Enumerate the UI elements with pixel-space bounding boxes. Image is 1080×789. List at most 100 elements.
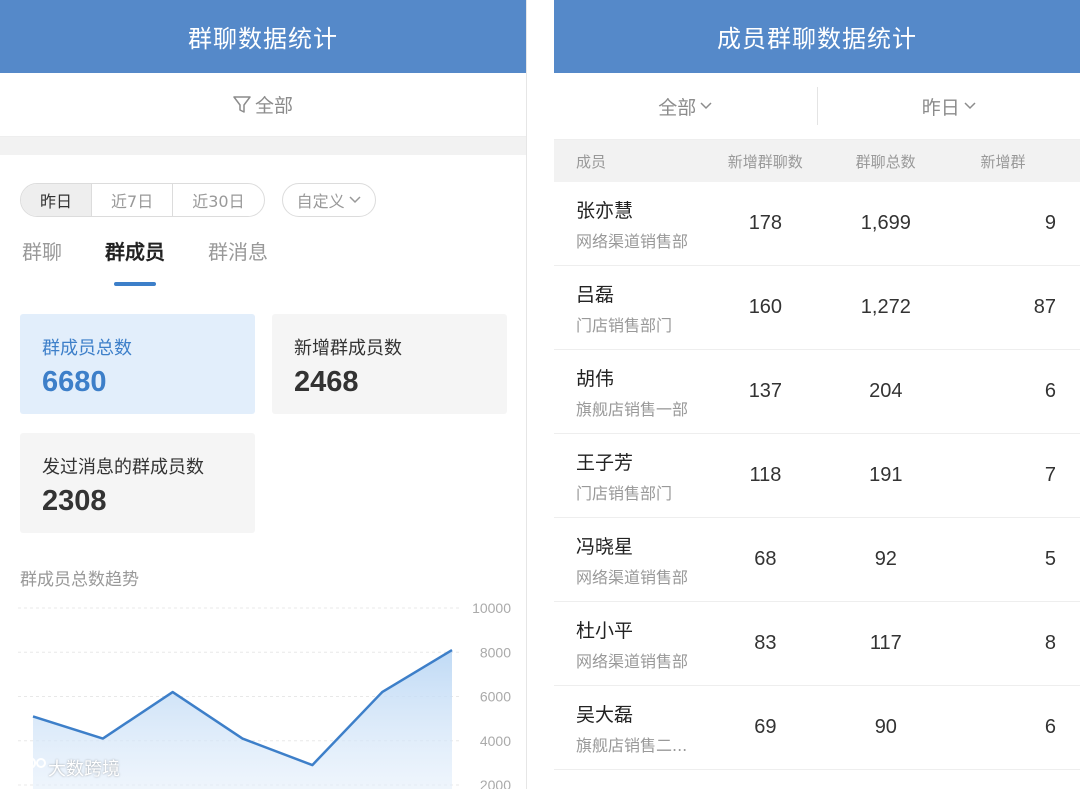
member-department: 门店销售部门 xyxy=(576,315,673,335)
page-title: 群聊数据统计 xyxy=(188,25,338,53)
member-name: 王子芳 xyxy=(576,451,634,474)
stat-value: 6680 xyxy=(42,366,107,398)
y-tick-label: 2000 xyxy=(480,777,511,789)
member-stats-screen: 成员群聊数据统计 全部 昨日 成员 新增群聊数 群聊总数 新增群 张亦慧网络渠道… xyxy=(554,0,1080,789)
filter-bar: 全部 昨日 xyxy=(554,73,1080,140)
member-department: 旗舰店销售二... xyxy=(576,735,688,755)
custom-range-button[interactable]: 自定义 xyxy=(281,183,376,217)
table-row[interactable]: 王子芳门店销售部门 118 191 7 xyxy=(554,434,1080,518)
custom-range-label: 自定义 xyxy=(296,192,345,211)
member-cell: 王子芳 门店销售部门 xyxy=(554,448,714,504)
section-gap xyxy=(0,137,526,155)
total-groups-value: 117 xyxy=(869,632,902,654)
table-row[interactable]: 杜小平网络渠道销售部 83 117 8 xyxy=(554,602,1080,686)
page-title: 成员群聊数据统计 xyxy=(717,25,917,53)
new-truncated-value: 9 xyxy=(1044,212,1056,234)
stat-card-new-members[interactable]: 新增群成员数 2468 xyxy=(272,314,507,414)
member-cell: 吕磊 门店销售部门 xyxy=(554,280,714,336)
scope-filter[interactable]: 全部 xyxy=(0,73,526,137)
new-groups-value: 178 xyxy=(748,212,783,234)
tab-groups[interactable]: 群聊 xyxy=(22,236,62,286)
total-groups-value: 90 xyxy=(874,716,897,738)
watermark: 大数跨境 xyxy=(8,755,120,781)
new-truncated-value: 6 xyxy=(1044,380,1056,402)
scope-filter-label: 全部 xyxy=(254,95,293,117)
member-department: 网络渠道销售部 xyxy=(576,567,689,587)
member-name: 胡伟 xyxy=(576,367,615,390)
y-tick-label: 6000 xyxy=(480,689,511,705)
member-department: 网络渠道销售部 xyxy=(576,231,689,251)
member-cell: 杜小平网络渠道销售部 xyxy=(554,616,714,672)
total-groups-value: 204 xyxy=(869,380,903,402)
member-table-body: 张亦慧 网络渠道销售部 178 1,699 9 吕磊 门店销售部门 160 1,272 87 胡伟旗… xyxy=(554,182,1080,770)
total-groups-value: 1,699 xyxy=(860,212,911,234)
member-cell: 张亦慧网络渠道销售部 xyxy=(554,196,714,252)
new-groups-value: 83 xyxy=(754,632,777,654)
date-segment-group: 昨日 近7日 近30日 xyxy=(20,183,265,217)
y-tick-label: 10000 xyxy=(472,600,511,616)
segment-yesterday[interactable]: 昨日 xyxy=(21,184,92,216)
table-row[interactable]: 吴大磊旗舰店销售二... 69 90 6 xyxy=(554,686,1080,770)
stat-label: 新增群成员数 xyxy=(294,338,402,359)
date-range-selector: 昨日 近7日 近30日 自定义 xyxy=(20,183,376,217)
new-truncated-value: 5 xyxy=(1044,548,1056,570)
new-groups-value: 68 xyxy=(754,548,777,570)
new-truncated-value: 8 xyxy=(1044,632,1056,654)
y-tick-label: 8000 xyxy=(480,644,511,660)
chevron-down-icon xyxy=(964,102,976,110)
member-name: 冯晓星 xyxy=(576,535,634,558)
member-name: 杜小平 xyxy=(576,619,634,642)
table-row[interactable]: 张亦慧网络渠道销售部 178 1,699 9 xyxy=(554,182,1080,266)
new-truncated-value: 87 xyxy=(1033,296,1056,318)
segment-7days[interactable]: 近7日 xyxy=(91,184,172,216)
chevron-down-icon xyxy=(349,196,361,204)
table-row[interactable]: 冯晓星网络渠道销售部 68 92 5 xyxy=(554,518,1080,602)
member-name: 张亦慧 xyxy=(576,199,634,222)
watermark-text: 大数跨境 xyxy=(48,759,120,780)
date-dropdown-label: 昨日 xyxy=(921,96,960,119)
scope-dropdown[interactable]: 全部 xyxy=(554,73,817,139)
stat-label: 群成员总数 xyxy=(42,338,132,359)
member-cell: 冯晓星网络渠道销售部 xyxy=(554,532,714,588)
scope-dropdown-label: 全部 xyxy=(658,96,697,119)
new-groups-value: 137 xyxy=(748,380,783,402)
new-truncated-value: 6 xyxy=(1044,716,1056,738)
member-department: 旗舰店销售一部 xyxy=(576,399,689,419)
total-groups-value: 92 xyxy=(874,548,897,570)
column-header-member[interactable]: 成员 xyxy=(554,151,714,172)
tab-bar: 群聊 群成员 群消息 xyxy=(22,236,311,286)
member-name: 吴大磊 xyxy=(576,703,634,726)
table-row[interactable]: 吕磊 门店销售部门 160 1,272 87 xyxy=(554,266,1080,350)
segment-30days[interactable]: 近30日 xyxy=(172,184,263,216)
group-stats-screen: 群聊数据统计 全部 昨日 近7日 近30日 自定义 群聊 群成员 群消息 群成员… xyxy=(0,0,527,789)
member-cell: 胡伟 旗舰店销售一部 xyxy=(554,364,714,420)
y-tick-label: 4000 xyxy=(480,733,511,749)
watermark-logo xyxy=(9,757,46,777)
stat-value: 2308 xyxy=(42,485,107,517)
stat-label: 发过消息的群成员数 xyxy=(42,457,204,478)
new-groups-value: 118 xyxy=(749,464,782,486)
stat-card-total-members[interactable]: 群成员总数 6680 xyxy=(20,314,255,414)
column-header-total-groups[interactable]: 群聊总数 xyxy=(817,151,955,172)
member-name: 吕磊 xyxy=(576,283,615,306)
total-groups-value: 191 xyxy=(869,464,903,486)
tab-members[interactable]: 群成员 xyxy=(105,236,165,286)
nav-bar: 群聊数据统计 xyxy=(0,0,526,73)
date-dropdown[interactable]: 昨日 xyxy=(818,73,1080,139)
member-department: 网络渠道销售部 xyxy=(576,651,689,671)
stat-value: 2468 xyxy=(294,366,359,398)
nav-bar: 成员群聊数据统计 xyxy=(554,0,1080,73)
column-header-new-truncated[interactable]: 新增群 xyxy=(955,151,1080,172)
table-row[interactable]: 胡伟旗舰店销售一部 137 204 6 xyxy=(554,350,1080,434)
total-groups-value: 1,272 xyxy=(860,296,911,318)
trend-chart-title: 群成员总数趋势 xyxy=(20,570,139,590)
stat-card-active-members[interactable]: 发过消息的群成员数 2308 xyxy=(20,433,255,533)
column-header-new-groups[interactable]: 新增群聊数 xyxy=(714,151,817,172)
member-department: 门店销售部门 xyxy=(576,483,673,503)
new-truncated-value: 7 xyxy=(1044,464,1056,486)
chevron-down-icon xyxy=(700,102,712,110)
new-groups-value: 69 xyxy=(754,716,777,738)
tab-messages[interactable]: 群消息 xyxy=(208,236,268,286)
filter-icon xyxy=(233,95,251,115)
table-header: 成员 新增群聊数 群聊总数 新增群 xyxy=(554,140,1080,182)
